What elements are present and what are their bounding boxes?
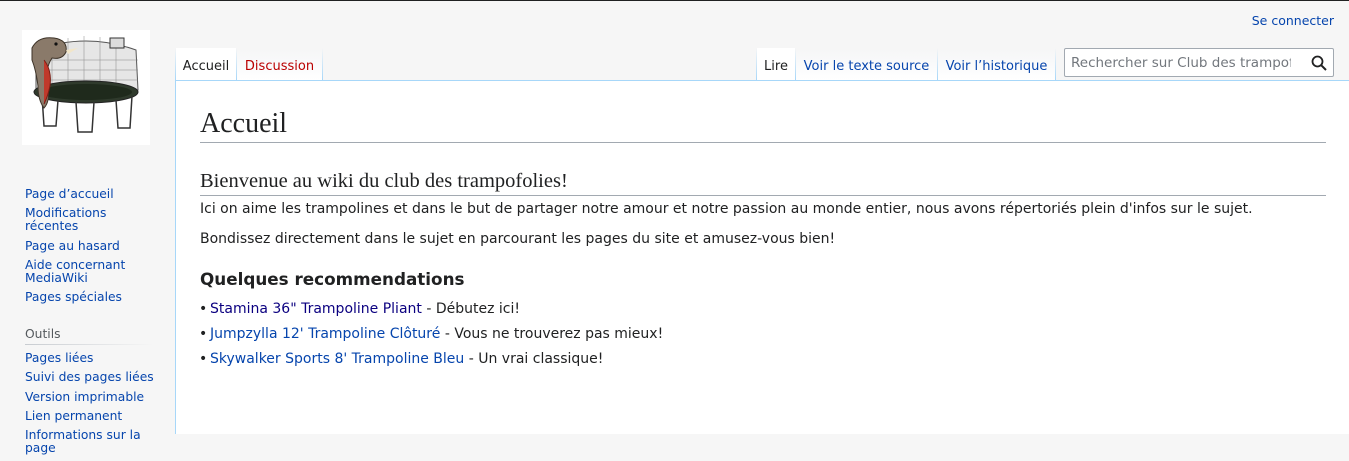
tool-link[interactable]: Informations sur la page bbox=[25, 428, 141, 455]
nav-item-special-pages[interactable]: Pages spéciales bbox=[25, 291, 155, 304]
search-box bbox=[1064, 48, 1334, 77]
recommendation-link[interactable]: Stamina 36" Trampoline Pliant bbox=[210, 301, 422, 317]
personal-tools: Se connecter bbox=[1252, 13, 1334, 28]
login-link[interactable]: Se connecter bbox=[1252, 13, 1334, 28]
tool-item-printable-version[interactable]: Version imprimable bbox=[25, 390, 155, 404]
bullet-icon: • bbox=[199, 301, 208, 317]
bullet-icon: • bbox=[199, 326, 208, 342]
tool-item-what-links-here[interactable]: Pages liées bbox=[25, 352, 155, 365]
tab-read[interactable]: Lire bbox=[757, 48, 795, 80]
recommendation-link[interactable]: Jumpzylla 12' Trampoline Clôturé bbox=[210, 326, 440, 342]
page-title: Accueil bbox=[200, 107, 1326, 143]
recommendations-heading: Quelques recommendations bbox=[200, 269, 465, 289]
tab-history[interactable]: Voir l’historique bbox=[938, 48, 1055, 80]
nav-link[interactable]: Page au hasard bbox=[25, 239, 120, 253]
intro-paragraph-2: Bondissez directement dans le sujet en p… bbox=[200, 231, 836, 247]
tool-link[interactable]: Lien permanent bbox=[25, 409, 122, 423]
tool-item-permanent-link[interactable]: Lien permanent bbox=[25, 409, 155, 423]
recommendation-link[interactable]: Skywalker Sports 8' Trampoline Bleu bbox=[210, 351, 464, 367]
tab-separator bbox=[1055, 48, 1056, 80]
nav-link[interactable]: Page d’accueil bbox=[25, 187, 114, 201]
tab-read-label[interactable]: Lire bbox=[764, 59, 788, 74]
nav-link[interactable]: Pages spéciales bbox=[25, 290, 122, 304]
tools-menu: Pages liées Suivi des pages liées Versio… bbox=[25, 352, 155, 461]
main-content: Accueil Bienvenue au wiki du club des tr… bbox=[175, 80, 1349, 434]
section-heading: Bienvenue au wiki du club des trampofoli… bbox=[200, 169, 1326, 196]
top-border bbox=[0, 0, 1349, 1]
trampoline-logo-icon bbox=[31, 36, 139, 133]
tab-history-label[interactable]: Voir l’historique bbox=[946, 59, 1048, 74]
nav-link[interactable]: Modifications récentes bbox=[25, 206, 106, 233]
tool-link[interactable]: Suivi des pages liées bbox=[25, 370, 154, 384]
tool-link[interactable]: Pages liées bbox=[25, 351, 93, 365]
search-input[interactable] bbox=[1065, 49, 1305, 76]
recommendation-text: - Vous ne trouverez pas mieux! bbox=[440, 326, 664, 342]
recommendation-text: - Un vrai classique! bbox=[464, 351, 604, 367]
navigation-menu: Page d’accueil Modifications récentes Pa… bbox=[25, 188, 155, 310]
tab-page[interactable]: Accueil bbox=[176, 48, 236, 80]
intro-paragraph: Ici on aime les trampolines et dans le b… bbox=[200, 201, 1253, 217]
recommendation-text: - Débutez ici! bbox=[421, 301, 520, 317]
list-item: • Skywalker Sports 8' Trampoline Bleu - U… bbox=[199, 351, 604, 367]
list-item: • Stamina 36" Trampoline Pliant - Débutez… bbox=[199, 301, 520, 317]
site-logo[interactable] bbox=[22, 30, 150, 145]
nav-link[interactable]: Aide concernant MediaWiki bbox=[25, 258, 125, 285]
tab-view-source[interactable]: Voir le texte source bbox=[796, 48, 937, 80]
nav-item-help[interactable]: Aide concernant MediaWiki bbox=[25, 258, 155, 285]
tab-view-source-label[interactable]: Voir le texte source bbox=[804, 59, 930, 74]
tool-item-related-changes[interactable]: Suivi des pages liées bbox=[25, 371, 155, 384]
sidebar: Page d’accueil Modifications récentes Pa… bbox=[0, 0, 175, 455]
list-item: • Jumpzylla 12' Trampoline Clôturé - Vous… bbox=[199, 326, 664, 342]
nav-item-recent-changes[interactable]: Modifications récentes bbox=[25, 207, 155, 233]
nav-item-main-page[interactable]: Page d’accueil bbox=[25, 188, 155, 201]
bullet-icon: • bbox=[199, 351, 208, 367]
tools-divider bbox=[25, 344, 153, 345]
tab-separator bbox=[322, 48, 323, 80]
tab-discussion-label[interactable]: Discussion bbox=[245, 59, 314, 74]
tool-item-page-info[interactable]: Informations sur la page bbox=[25, 429, 155, 455]
search-icon[interactable] bbox=[1311, 55, 1327, 71]
nav-item-random-page[interactable]: Page au hasard bbox=[25, 239, 155, 253]
tab-discussion[interactable]: Discussion bbox=[237, 48, 322, 80]
tools-heading: Outils bbox=[25, 327, 61, 341]
tool-link[interactable]: Version imprimable bbox=[25, 390, 144, 404]
tab-page-label[interactable]: Accueil bbox=[183, 59, 229, 74]
